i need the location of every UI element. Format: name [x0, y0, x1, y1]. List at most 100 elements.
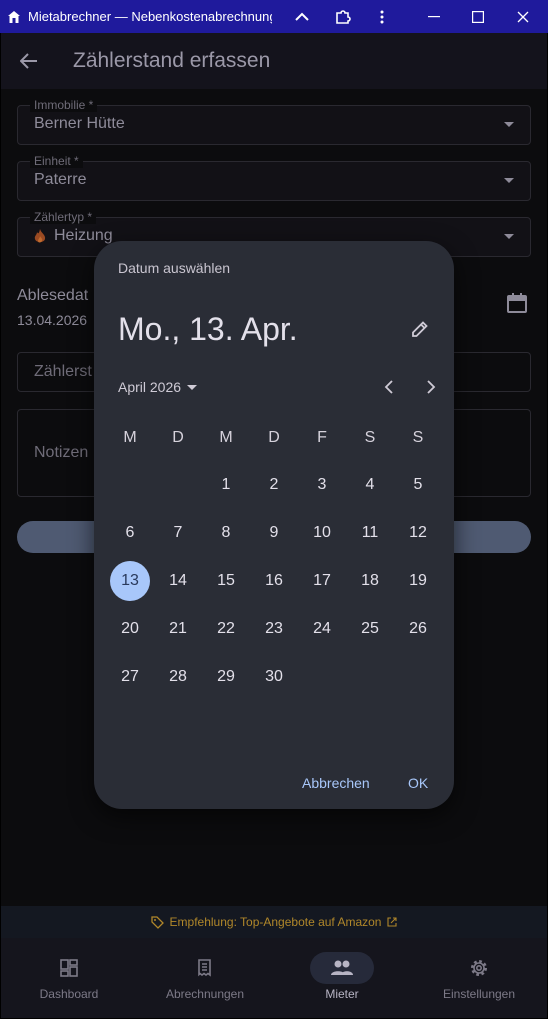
dropdown-arrow-icon	[504, 234, 514, 239]
date-picker-dialog: Datum auswählen Mo., 13. Apr. April 2026…	[94, 241, 454, 809]
weekday-header: D	[268, 429, 280, 446]
nav-label-mieter: Mieter	[325, 987, 359, 1001]
maximize-icon[interactable]	[460, 0, 496, 33]
month-year-label: April 2026	[118, 379, 182, 395]
window-title: Mietabrechner — Nebenkostenabrechnung...	[28, 9, 272, 24]
weekday-header: D	[172, 429, 184, 446]
calendar-day[interactable]: 3	[302, 465, 342, 505]
weekday-header: M	[219, 429, 233, 446]
calendar-day-selected[interactable]: 13	[110, 561, 150, 601]
tag-icon	[150, 915, 164, 929]
einheit-value: Paterre	[34, 171, 87, 188]
calendar-day[interactable]: 28	[158, 657, 198, 697]
arrow-back-icon	[20, 53, 37, 69]
dropdown-arrow-icon	[504, 122, 514, 127]
calendar-day[interactable]: 20	[110, 609, 150, 649]
calendar-day[interactable]: 21	[158, 609, 198, 649]
nav-item-abrechnungen[interactable]: Abrechnungen	[137, 938, 273, 1018]
window-titlebar: Mietabrechner — Nebenkostenabrechnung...	[0, 0, 548, 33]
calendar-day[interactable]: 18	[350, 561, 390, 601]
calendar-day[interactable]: 15	[206, 561, 246, 601]
edit-pencil-icon	[412, 321, 428, 337]
calendar-day[interactable]: 17	[302, 561, 342, 601]
nav-item-dashboard[interactable]: Dashboard	[1, 938, 137, 1018]
nav-label-einstellungen: Einstellungen	[442, 987, 516, 1001]
ablesedatum-value: 13.04.2026	[17, 312, 88, 328]
page-title: Zählerstand erfassen	[73, 49, 271, 72]
dialog-heading: Datum auswählen	[118, 260, 231, 276]
weekday-header: S	[412, 429, 424, 446]
ad-banner[interactable]: Empfehlung: Top-Angebote auf Amazon	[1, 906, 547, 938]
calendar-day[interactable]: 1	[206, 465, 246, 505]
calendar-day[interactable]: 2	[254, 465, 294, 505]
calendar-day[interactable]: 24	[302, 609, 342, 649]
bottom-navigation: Dashboard Abrechnungen Mieter Einstellun…	[1, 938, 547, 1018]
immobilie-select[interactable]: Immobilie * Berner Hütte	[17, 98, 531, 145]
calendar-day[interactable]: 11	[350, 513, 390, 553]
month-year-selector[interactable]: April 2026	[118, 379, 198, 395]
calendar-day[interactable]: 12	[398, 513, 438, 553]
calendar-day[interactable]: 19	[398, 561, 438, 601]
receipt-icon	[198, 959, 211, 977]
ad-text: Empfehlung: Top-Angebote auf Amazon	[169, 915, 382, 929]
nav-label-dashboard: Dashboard	[39, 987, 99, 1001]
extensions-icon[interactable]	[329, 0, 357, 33]
dropdown-arrow-icon	[187, 384, 198, 390]
zaehlertyp-field: Heizung	[34, 227, 113, 245]
calendar-day[interactable]: 6	[110, 513, 150, 553]
app-home-icon	[8, 10, 20, 23]
back-button[interactable]	[1, 33, 57, 89]
calendar-icon	[507, 293, 527, 313]
zaehlertyp-value: Heizung	[54, 227, 113, 244]
zaehlerstand-placeholder: Zählerst	[34, 363, 92, 380]
app-bar: Zählerstand erfassen	[1, 33, 547, 89]
next-month-button[interactable]	[422, 379, 438, 400]
calendar-day[interactable]: 29	[206, 657, 246, 697]
chevron-up-icon[interactable]	[287, 0, 317, 33]
close-icon[interactable]	[505, 0, 541, 33]
settings-gear-icon	[471, 960, 487, 976]
einheit-select[interactable]: Einheit * Paterre	[17, 154, 531, 201]
selected-date-headline: Mo., 13. Apr.	[118, 311, 298, 347]
weekday-header: M	[123, 429, 137, 446]
calendar-day[interactable]: 8	[206, 513, 246, 553]
nav-label-abrechnungen: Abrechnungen	[165, 987, 245, 1001]
flame-icon	[34, 228, 46, 242]
ok-button[interactable]: OK	[408, 775, 428, 791]
calendar-day[interactable]: 7	[158, 513, 198, 553]
people-icon	[331, 960, 353, 975]
dashboard-icon	[60, 959, 78, 977]
calendar-day[interactable]: 14	[158, 561, 198, 601]
calendar-day[interactable]: 27	[110, 657, 150, 697]
calendar-day[interactable]: 22	[206, 609, 246, 649]
external-link-icon	[387, 917, 398, 927]
edit-date-button[interactable]	[410, 319, 430, 344]
calendar-day[interactable]: 26	[398, 609, 438, 649]
nav-item-mieter[interactable]: Mieter	[274, 938, 410, 1018]
weekday-header: F	[317, 429, 327, 446]
calendar-day[interactable]: 4	[350, 465, 390, 505]
weekday-header: S	[364, 429, 376, 446]
calendar-day[interactable]: 23	[254, 609, 294, 649]
calendar-day[interactable]: 30	[254, 657, 294, 697]
calendar-day[interactable]: 16	[254, 561, 294, 601]
nav-item-einstellungen[interactable]: Einstellungen	[411, 938, 547, 1018]
more-vert-icon[interactable]	[372, 0, 392, 33]
calendar-day[interactable]: 5	[398, 465, 438, 505]
ablesedatum-label: Ablesedat	[17, 287, 89, 304]
zaehlertyp-label: Zählertyp *	[30, 210, 97, 224]
chevron-right-icon	[427, 380, 436, 394]
calendar-button[interactable]	[506, 292, 528, 319]
immobilie-label: Immobilie *	[30, 98, 98, 112]
einheit-label: Einheit *	[30, 154, 83, 168]
chevron-left-icon	[384, 380, 393, 394]
notizen-placeholder: Notizen	[34, 444, 89, 461]
immobilie-value: Berner Hütte	[34, 115, 125, 132]
prev-month-button[interactable]	[382, 379, 398, 400]
calendar-day[interactable]: 25	[350, 609, 390, 649]
calendar-day[interactable]: 9	[254, 513, 294, 553]
calendar-day[interactable]: 10	[302, 513, 342, 553]
cancel-button[interactable]: Abbrechen	[302, 775, 370, 791]
dropdown-arrow-icon	[504, 178, 514, 183]
minimize-icon[interactable]	[416, 0, 452, 33]
